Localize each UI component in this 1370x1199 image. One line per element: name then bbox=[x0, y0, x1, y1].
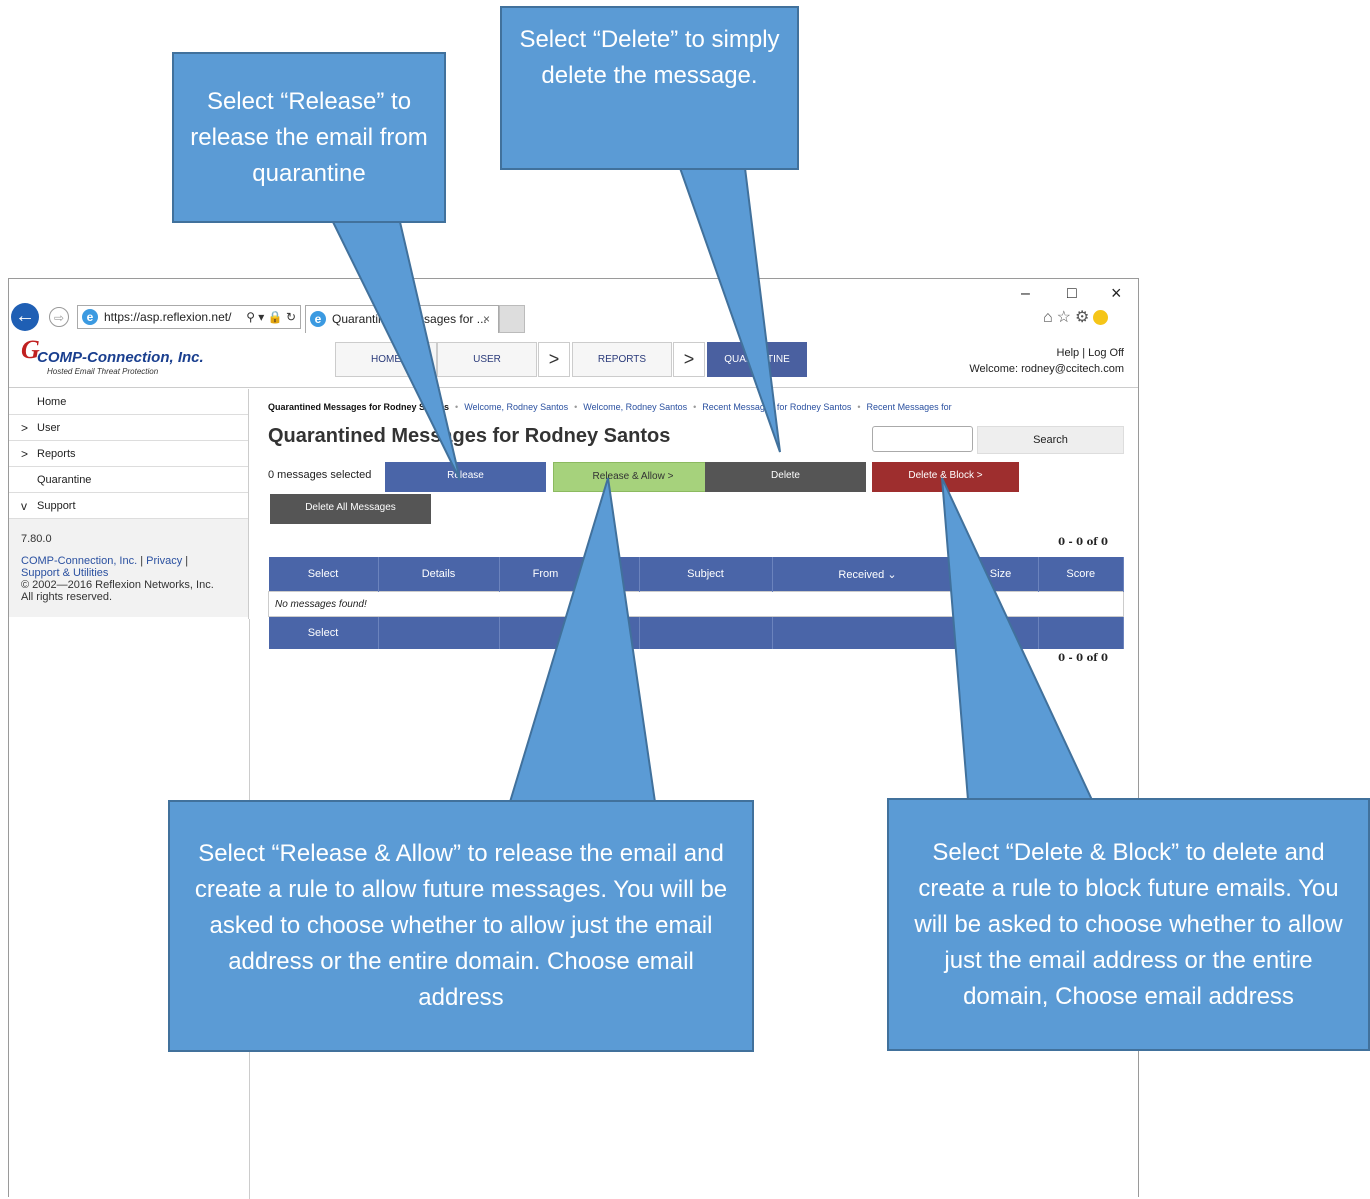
release-allow-callout: Select “Release & Allow” to release the … bbox=[168, 800, 754, 1052]
delete-block-callout: Select “Delete & Block” to delete and cr… bbox=[887, 798, 1370, 1051]
release-callout: Select “Release” to release the email fr… bbox=[172, 52, 446, 223]
delete-block-callout-pointer bbox=[941, 477, 1094, 801]
release-callout-pointer bbox=[331, 221, 461, 481]
delete-callout: Select “Delete” to simply delete the mes… bbox=[500, 6, 799, 170]
release-allow-callout-pointer bbox=[508, 477, 657, 803]
delete-callout-pointer bbox=[678, 167, 781, 453]
